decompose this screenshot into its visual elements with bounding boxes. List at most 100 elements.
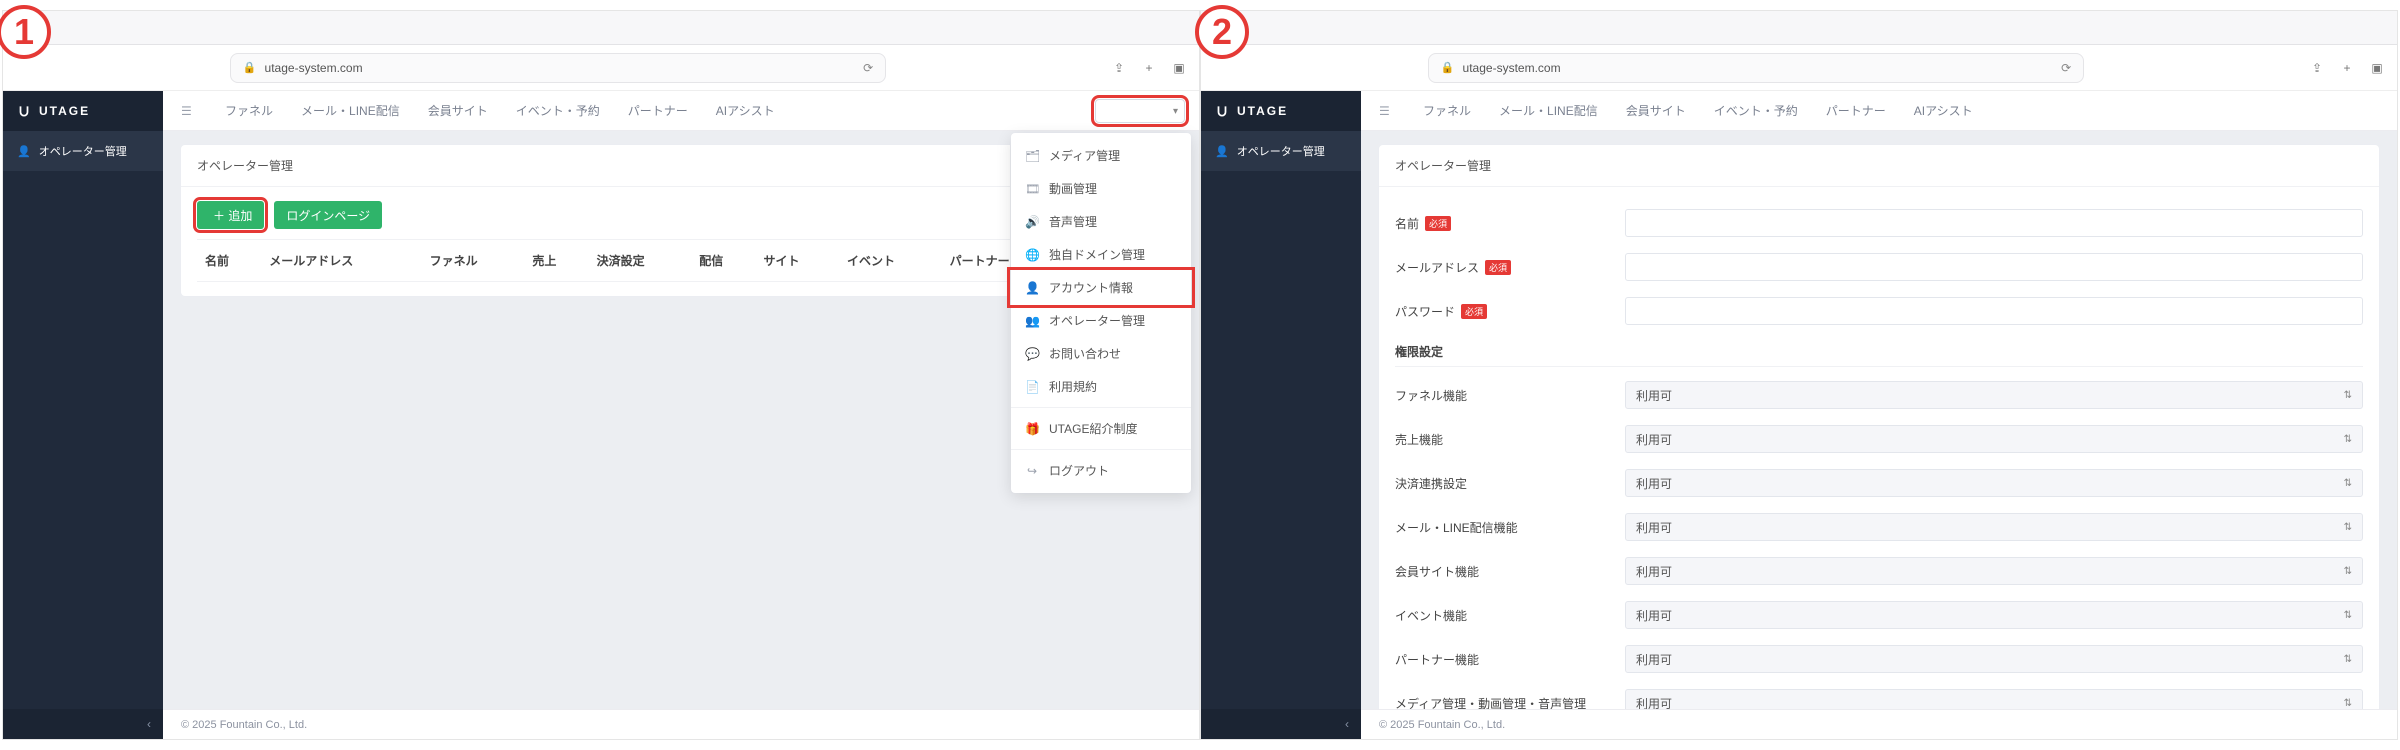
menu-item[interactable]: 💬お問い合わせ (1011, 337, 1191, 370)
topnav-item[interactable]: パートナー (628, 102, 688, 119)
newtab-icon[interactable]: + (2339, 61, 2355, 75)
topnav-item[interactable]: 会員サイト (428, 102, 488, 119)
sidebar: UTAGE 👤 オペレーター管理 ‹ (1201, 91, 1361, 739)
account-dropdown-trigger[interactable]: ▾ (1095, 99, 1185, 123)
menu-item[interactable]: ↪ ログアウト (1011, 454, 1191, 487)
required-badge: 必須 (1485, 260, 1511, 275)
sidebar-item-operator[interactable]: 👤 オペレーター管理 (3, 131, 163, 171)
menu-item[interactable]: 📄利用規約 (1011, 370, 1191, 403)
perm-select[interactable]: 利用可⇅ (1625, 381, 2363, 409)
perm-select[interactable]: 利用可⇅ (1625, 425, 2363, 453)
menu-item[interactable]: 🔊 音声管理 (1011, 205, 1191, 238)
chat-icon: 💬 (1025, 347, 1039, 361)
sidebar-collapse[interactable]: ‹ (1201, 709, 1361, 739)
topnav-item[interactable]: メール・LINE配信 (1499, 102, 1598, 119)
brand[interactable]: UTAGE (1201, 91, 1361, 131)
topnav-item[interactable]: イベント・予約 (1714, 102, 1798, 119)
perm-select-value: 利用可 (1636, 695, 1672, 710)
password-field[interactable] (1625, 297, 2363, 325)
th[interactable]: 名前 (197, 240, 261, 282)
sidebar-item-label: オペレーター管理 (1237, 143, 1325, 159)
chevron-updown-icon: ⇅ (2344, 390, 2352, 401)
hamburger-icon[interactable]: ☰ (181, 104, 197, 118)
menu-item-label: UTAGE紹介制度 (1049, 420, 1137, 437)
th[interactable]: 決済設定 (589, 240, 692, 282)
menu-item-label: ログアウト (1049, 462, 1109, 479)
chevron-updown-icon: ⇅ (2344, 698, 2352, 709)
gift-icon: 🎁 (1025, 422, 1039, 436)
perm-select[interactable]: 利用可⇅ (1625, 601, 2363, 629)
menu-item-label: 独自ドメイン管理 (1049, 246, 1145, 263)
perm-select[interactable]: 利用可 ⇅ (1625, 689, 2363, 709)
th[interactable]: サイト (755, 240, 838, 282)
menu-item-label: オペレーター管理 (1049, 312, 1145, 329)
menu-item[interactable]: 👥 オペレーター管理 (1011, 304, 1191, 337)
chevron-updown-icon: ⇅ (2344, 610, 2352, 621)
lock-icon: 🔒 (243, 61, 257, 74)
hamburger-icon[interactable]: ☰ (1379, 104, 1395, 118)
menu-item-label: 利用規約 (1049, 378, 1097, 395)
globe-icon: 🌐 (1025, 248, 1039, 262)
required-badge: 必須 (1425, 216, 1451, 231)
permissions-heading: 権限設定 (1395, 343, 2363, 367)
menu-item-label: アカウント情報 (1049, 279, 1133, 296)
audio-icon: 🔊 (1025, 215, 1039, 229)
lock-icon: 🔒 (1441, 61, 1455, 74)
user-icon: 👤 (1025, 281, 1039, 295)
topnav-item[interactable]: ファネル (225, 102, 273, 119)
perm-label: メール・LINE配信機能 (1395, 519, 1625, 536)
topnav-item[interactable]: 会員サイト (1626, 102, 1686, 119)
topnav-item[interactable]: AIアシスト (1914, 102, 1973, 119)
required-badge: 必須 (1461, 304, 1487, 319)
th[interactable]: 配信 (691, 240, 755, 282)
topnav-item[interactable]: イベント・予約 (516, 102, 600, 119)
share-icon[interactable]: ⇪ (2309, 61, 2325, 75)
video-icon: 🎞 (1025, 182, 1039, 196)
th[interactable]: 売上 (524, 240, 588, 282)
menu-item[interactable]: 🎞動画管理 (1011, 172, 1191, 205)
name-field[interactable] (1625, 209, 2363, 237)
perm-select[interactable]: 利用可⇅ (1625, 645, 2363, 673)
perm-select-value: 利用可 (1636, 651, 1672, 668)
folder-icon: 🗂 (1025, 149, 1039, 163)
logout-icon: ↪ (1025, 464, 1039, 478)
th[interactable]: ファネル (422, 240, 525, 282)
card-title: オペレーター管理 (1379, 145, 2379, 187)
menu-item-label: 音声管理 (1049, 213, 1097, 230)
window-2: 2 ▣ 🔒 utage-system.com ⟳ ⇪ + ▣ UTAGE (1200, 10, 2398, 740)
perm-select[interactable]: 利用可⇅ (1625, 513, 2363, 541)
share-icon[interactable]: ⇪ (1111, 61, 1127, 75)
tabs-icon[interactable]: ▣ (2369, 61, 2385, 75)
sidebar-collapse[interactable]: ‹ (3, 709, 163, 739)
topnav-item[interactable]: メール・LINE配信 (301, 102, 400, 119)
tabs-icon[interactable]: ▣ (1171, 61, 1187, 75)
menu-item[interactable]: 🎁 UTAGE紹介制度 (1011, 412, 1191, 445)
browser-urlbar[interactable]: 🔒 utage-system.com ⟳ (230, 53, 886, 83)
menu-item[interactable]: 🗂メディア管理 (1011, 139, 1191, 172)
topnav-item[interactable]: ファネル (1423, 102, 1471, 119)
menu-item[interactable]: 👤 アカウント情報 (1011, 271, 1191, 304)
perm-label: 決済連携設定 (1395, 475, 1625, 492)
brand[interactable]: UTAGE (3, 91, 163, 131)
perm-label: 会員サイト機能 (1395, 563, 1625, 580)
email-field[interactable] (1625, 253, 2363, 281)
reload-icon[interactable]: ⟳ (863, 61, 873, 75)
th[interactable]: メールアドレス (261, 240, 421, 282)
login-page-button[interactable]: ログインページ (274, 201, 382, 229)
browser-urlbar[interactable]: 🔒 utage-system.com ⟳ (1428, 53, 2084, 83)
perm-select[interactable]: 利用可⇅ (1625, 469, 2363, 497)
topnav: ☰ ファネル メール・LINE配信 会員サイト イベント・予約 パートナー AI… (163, 91, 1199, 131)
operator-icon: 👥 (1025, 314, 1039, 328)
perm-select-value: 利用可 (1636, 475, 1672, 492)
perm-select[interactable]: 利用可⇅ (1625, 557, 2363, 585)
browser-tabstrip: ▣ (1201, 11, 2397, 45)
reload-icon[interactable]: ⟳ (2061, 61, 2071, 75)
sidebar-item-operator[interactable]: 👤 オペレーター管理 (1201, 131, 1361, 171)
menu-item[interactable]: 🌐 独自ドメイン管理 (1011, 238, 1191, 271)
newtab-icon[interactable]: + (1141, 61, 1157, 75)
topnav-item[interactable]: パートナー (1826, 102, 1886, 119)
label-password: パスワード 必須 (1395, 303, 1625, 320)
th[interactable]: イベント (839, 240, 942, 282)
add-button[interactable]: ＋ 追加 (197, 201, 264, 229)
topnav-item[interactable]: AIアシスト (716, 102, 775, 119)
